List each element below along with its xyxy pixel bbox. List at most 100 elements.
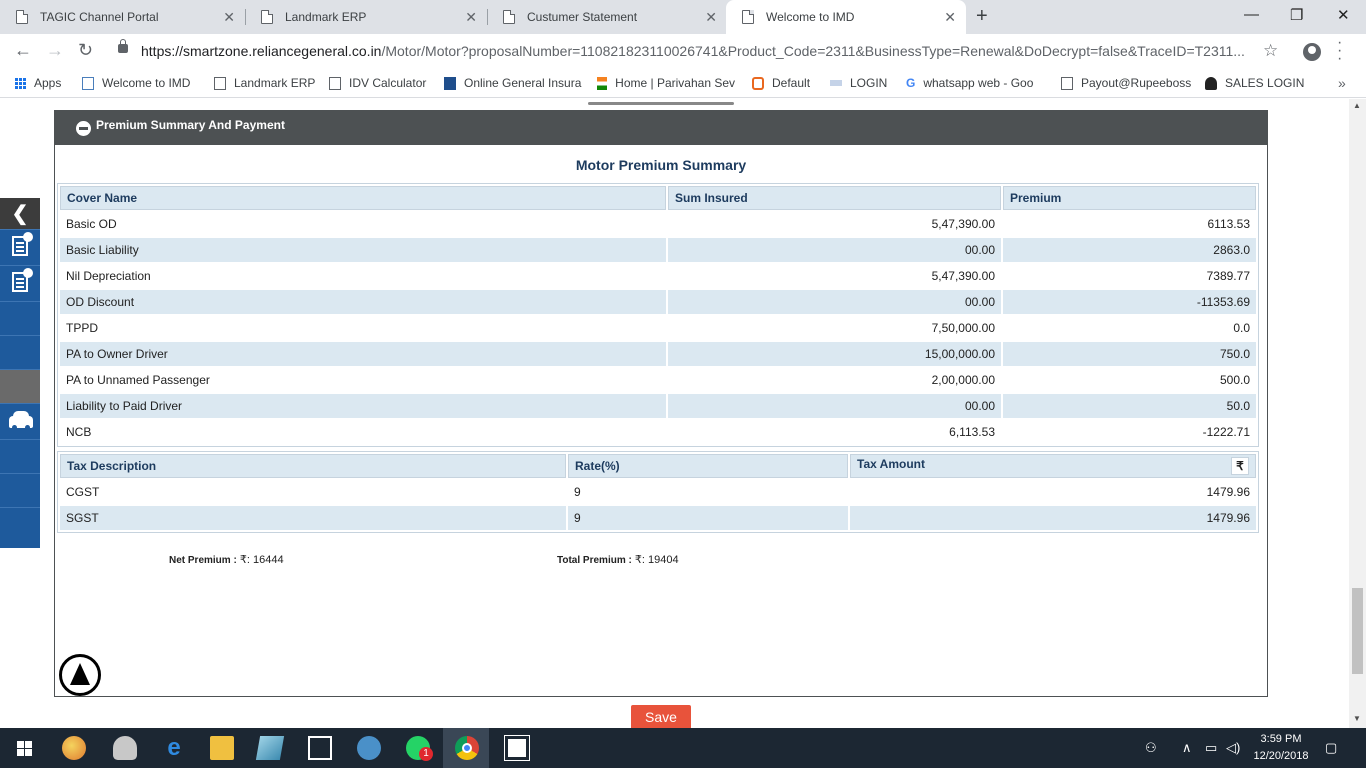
menu-icon[interactable]: · · ·: [1337, 35, 1342, 67]
bookmark-label: Welcome to IMD: [102, 76, 191, 90]
back-icon[interactable]: ←: [14, 40, 32, 61]
bookmark-default[interactable]: Default: [752, 76, 810, 90]
table-row: PA to Unnamed Passenger 2,00,000.00 500.…: [60, 368, 1256, 392]
action-center-icon[interactable]: ▢: [1325, 740, 1337, 756]
sidenav-item-blank-4[interactable]: [0, 474, 40, 508]
people-icon[interactable]: ⚇: [1145, 740, 1157, 756]
table-row: Liability to Paid Driver 00.00 50.0: [60, 394, 1256, 418]
cover-name: Basic OD: [66, 217, 117, 231]
bookmark-online-general-insurance[interactable]: Online General Insura: [444, 76, 582, 90]
minus-circle-icon[interactable]: [76, 121, 91, 136]
collapse-sidenav-icon[interactable]: ❮: [0, 198, 40, 230]
sidenav-item-documents[interactable]: [0, 230, 40, 266]
edge-browser-icon[interactable]: e: [162, 736, 186, 760]
calculator-icon[interactable]: [504, 735, 530, 761]
maximize-button[interactable]: ❐: [1290, 6, 1303, 24]
section-tab-edge: [588, 102, 734, 105]
vertical-scrollbar[interactable]: ▲ ▼: [1349, 99, 1366, 728]
net-premium: Net Premium : ₹: 16444: [169, 553, 284, 566]
bookmark-label: Default: [772, 76, 811, 90]
premium: 50.0: [1003, 394, 1256, 418]
close-tab-icon[interactable]: ✕: [223, 9, 235, 26]
profile-icon[interactable]: [1303, 43, 1321, 61]
tab-customer-statement[interactable]: Custumer Statement ✕: [487, 0, 727, 34]
close-tab-icon[interactable]: ✕: [705, 9, 717, 26]
bookmark-landmark-erp[interactable]: Landmark ERP: [214, 76, 315, 90]
sidenav-item-blank-3[interactable]: [0, 440, 40, 474]
apps-grid-icon: [15, 77, 26, 89]
net-premium-value: ₹: 16444: [239, 554, 284, 566]
document-icon: [12, 268, 33, 292]
tax-table: Tax Description Rate(%) Tax Amount ₹ CGS…: [57, 451, 1259, 533]
column-header-rate: Rate(%): [568, 454, 848, 478]
tab-tagic[interactable]: TAGIC Channel Portal ✕: [0, 0, 245, 34]
table-row: NCB 6,113.53 -1222.71: [60, 420, 1256, 444]
notes-icon[interactable]: [255, 736, 285, 760]
rupee-icon: ₹: [1231, 457, 1249, 475]
notification-badge: 1: [419, 747, 433, 761]
star-icon[interactable]: ☆: [1263, 41, 1278, 61]
premium: 500.0: [1219, 373, 1250, 387]
sidenav-item-blank-5[interactable]: [0, 508, 40, 548]
show-hidden-icons[interactable]: ∧: [1182, 740, 1192, 756]
car-icon: [9, 411, 33, 430]
scroll-top-icon[interactable]: [59, 654, 101, 696]
network-icon[interactable]: ▭: [1205, 740, 1217, 756]
bookmark-welcome-imd[interactable]: Welcome to IMD: [82, 76, 190, 90]
sum-insured: 6,113.53: [949, 425, 995, 439]
minimize-button[interactable]: —: [1244, 6, 1259, 23]
table-row: SGST 9 1479.96: [60, 506, 1256, 530]
tax-amount-label: Tax Amount: [857, 457, 925, 471]
forward-icon[interactable]: →: [46, 40, 64, 61]
close-tab-icon[interactable]: ✕: [465, 9, 477, 26]
clock-date[interactable]: 12/20/2018: [1248, 750, 1314, 762]
save-button[interactable]: Save: [631, 705, 691, 728]
cover-name: Basic Liability: [60, 238, 666, 262]
sidenav-item-blank-2[interactable]: [0, 336, 40, 370]
scrollbar-thumb[interactable]: [1352, 588, 1363, 674]
more-bookmarks-icon[interactable]: »: [1338, 75, 1346, 91]
imd-favicon-icon: [82, 76, 94, 90]
chrome-icon[interactable]: [455, 736, 479, 760]
table-row: Basic OD 5,47,390.00 6113.53: [60, 212, 1256, 236]
reload-icon[interactable]: ↻: [78, 40, 93, 61]
address-bar[interactable]: https://smartzone.reliancegeneral.co.in/…: [141, 43, 1251, 59]
photos-icon[interactable]: [308, 736, 332, 760]
panel-header[interactable]: Premium Summary And Payment: [55, 111, 1267, 145]
sidenav-item-documents-2[interactable]: [0, 266, 40, 302]
cover-name: Nil Depreciation: [66, 269, 151, 283]
bookmark-login[interactable]: LOGIN: [830, 76, 887, 90]
clock-time[interactable]: 3:59 PM: [1248, 733, 1314, 745]
premium: -11353.69: [1003, 290, 1256, 314]
paint-icon[interactable]: [62, 736, 86, 760]
sidenav-item-motor[interactable]: [0, 404, 40, 440]
premium: 7389.77: [1206, 269, 1250, 283]
table-row: CGST 9 1479.96: [60, 480, 1256, 504]
total-premium-value: ₹: 19404: [634, 554, 679, 566]
bookmark-payout-rupeeboss[interactable]: Payout@Rupeeboss: [1061, 76, 1191, 90]
lock-icon[interactable]: [118, 39, 128, 53]
tab-landmark-erp[interactable]: Landmark ERP ✕: [245, 0, 487, 34]
close-tab-icon[interactable]: ✕: [944, 9, 956, 26]
scroll-down-icon[interactable]: ▼: [1353, 714, 1361, 723]
scroll-up-icon[interactable]: ▲: [1353, 101, 1361, 110]
windows-start-icon[interactable]: [17, 741, 32, 756]
sidenav-item-selected[interactable]: [0, 370, 40, 404]
cover-name: PA to Owner Driver: [60, 342, 666, 366]
volume-icon[interactable]: ◁): [1226, 740, 1240, 756]
new-tab-button[interactable]: +: [976, 5, 988, 28]
bookmark-idv-calculator[interactable]: IDV Calculator: [329, 76, 426, 90]
tab-welcome-imd[interactable]: Welcome to IMD ✕: [726, 0, 966, 34]
snipping-tool-icon[interactable]: [113, 736, 137, 760]
bookmark-parivahan[interactable]: Home | Parivahan Sev: [597, 76, 735, 90]
bookmark-apps[interactable]: Apps: [15, 76, 61, 90]
bookmark-whatsapp-web[interactable]: G whatsapp web - Goo: [906, 76, 1044, 90]
close-window-button[interactable]: ✕: [1337, 6, 1350, 24]
sum-insured: 7,50,000.00: [931, 321, 995, 335]
whatsapp-icon[interactable]: 1: [406, 736, 433, 761]
file-explorer-icon[interactable]: [210, 736, 234, 760]
app-icon[interactable]: [357, 736, 381, 760]
bookmark-label: LOGIN: [850, 76, 888, 90]
bookmark-sales-login[interactable]: SALES LOGIN: [1205, 76, 1304, 90]
sidenav-item-blank-1[interactable]: [0, 302, 40, 336]
